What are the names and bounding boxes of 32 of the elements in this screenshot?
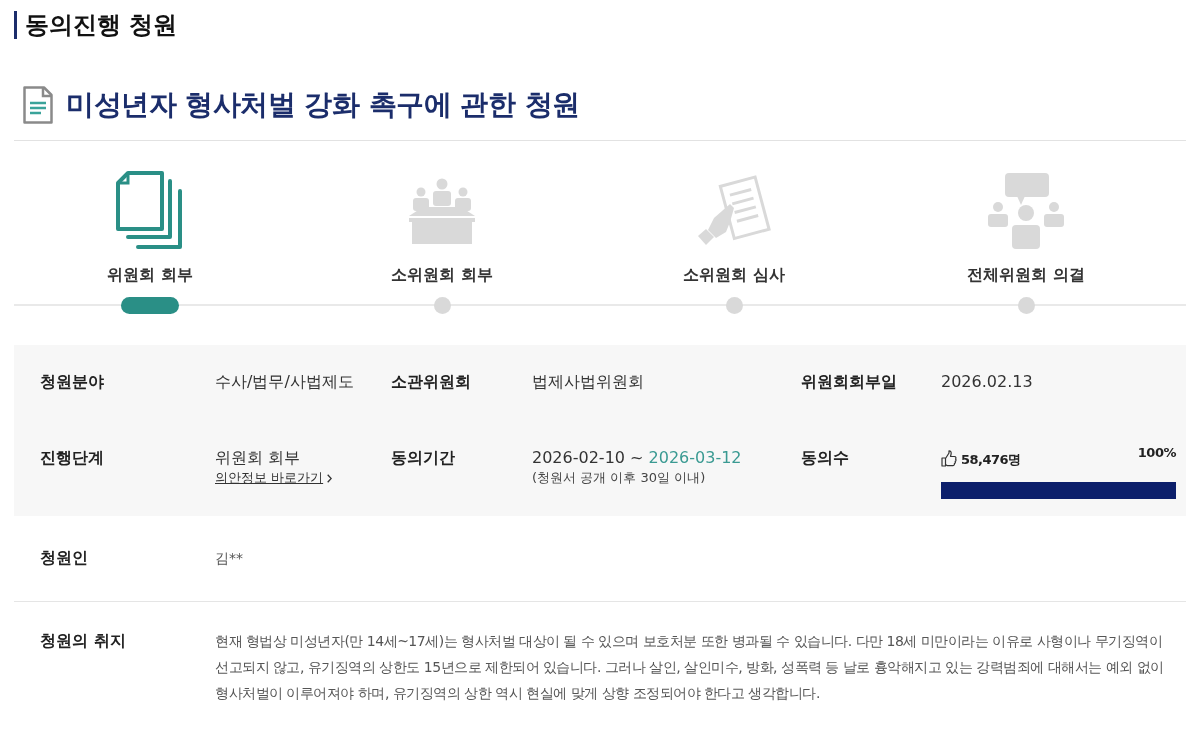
step-label: 소위원회 회부 xyxy=(391,264,493,286)
field-value: 수사/법무/사법제도 xyxy=(215,371,354,393)
percent-text: 100% xyxy=(1137,445,1176,461)
document-icon xyxy=(23,86,53,124)
people-speech-bubble-icon xyxy=(987,173,1065,249)
bill-info-link[interactable]: 의안정보 바로가기 xyxy=(215,469,324,487)
meeting-table-icon xyxy=(409,178,475,244)
field-label: 청원의 취지 xyxy=(40,630,127,652)
field-label: 청원분야 xyxy=(40,371,105,393)
field-label: 위원회회부일 xyxy=(801,371,898,393)
field-value: 2026.02.13 xyxy=(941,371,1033,393)
field-label: 진행단계 xyxy=(40,447,105,469)
signature-count: 58,476명 xyxy=(961,451,1021,469)
field-value: 김** xyxy=(215,549,244,568)
chevron-right-icon xyxy=(327,473,333,483)
field-value: 법제사법위원회 xyxy=(532,371,644,393)
step-label: 위원회 회부 xyxy=(107,264,193,286)
field-label: 동의기간 xyxy=(391,447,456,469)
field-label: 청원인 xyxy=(40,547,89,569)
field-label: 소관위원회 xyxy=(391,371,472,393)
purpose-text: 현재 형법상 미성년자(만 14세~17세)는 형사처벌 대상이 될 수 있으며 보호처분 또한 병과될 수 있습니다. 다만 18세 미만이라는 이유로 사형이나 무기징역이 선고되지 않고, 유기징역의 상한도 15년으로 제한되어 있습니다. 그러나 살인, 살인미수, 방화, 성폭력 등 날로 흉악해지고 있는 강력범죄에 대해서는 예외 없이 형사처벌이 이루어져야 하며, 유기징역의 상한 역시 현실에 맞게 상향 조정되어야 한다고 생각합니다. xyxy=(215,632,1165,703)
thumbs-up-icon xyxy=(941,450,957,467)
stacked-documents-icon xyxy=(116,171,184,251)
period-note: (청원서 공개 이후 30일 이내) xyxy=(532,469,706,487)
field-label: 동의수 xyxy=(801,447,850,469)
period-dates: 2026-02-10 ~ 2026-03-12 xyxy=(532,447,742,469)
field-value: 위원회 회부 xyxy=(215,447,301,469)
petition-title: 미성년자 형사처벌 강화 촉구에 관한 청원 xyxy=(66,87,580,123)
step-label: 소위원회 심사 xyxy=(683,264,785,286)
step-label: 전체위원회 의결 xyxy=(967,264,1085,286)
section-title: 동의진행 청원 xyxy=(14,11,178,39)
hand-document-icon xyxy=(696,174,772,248)
